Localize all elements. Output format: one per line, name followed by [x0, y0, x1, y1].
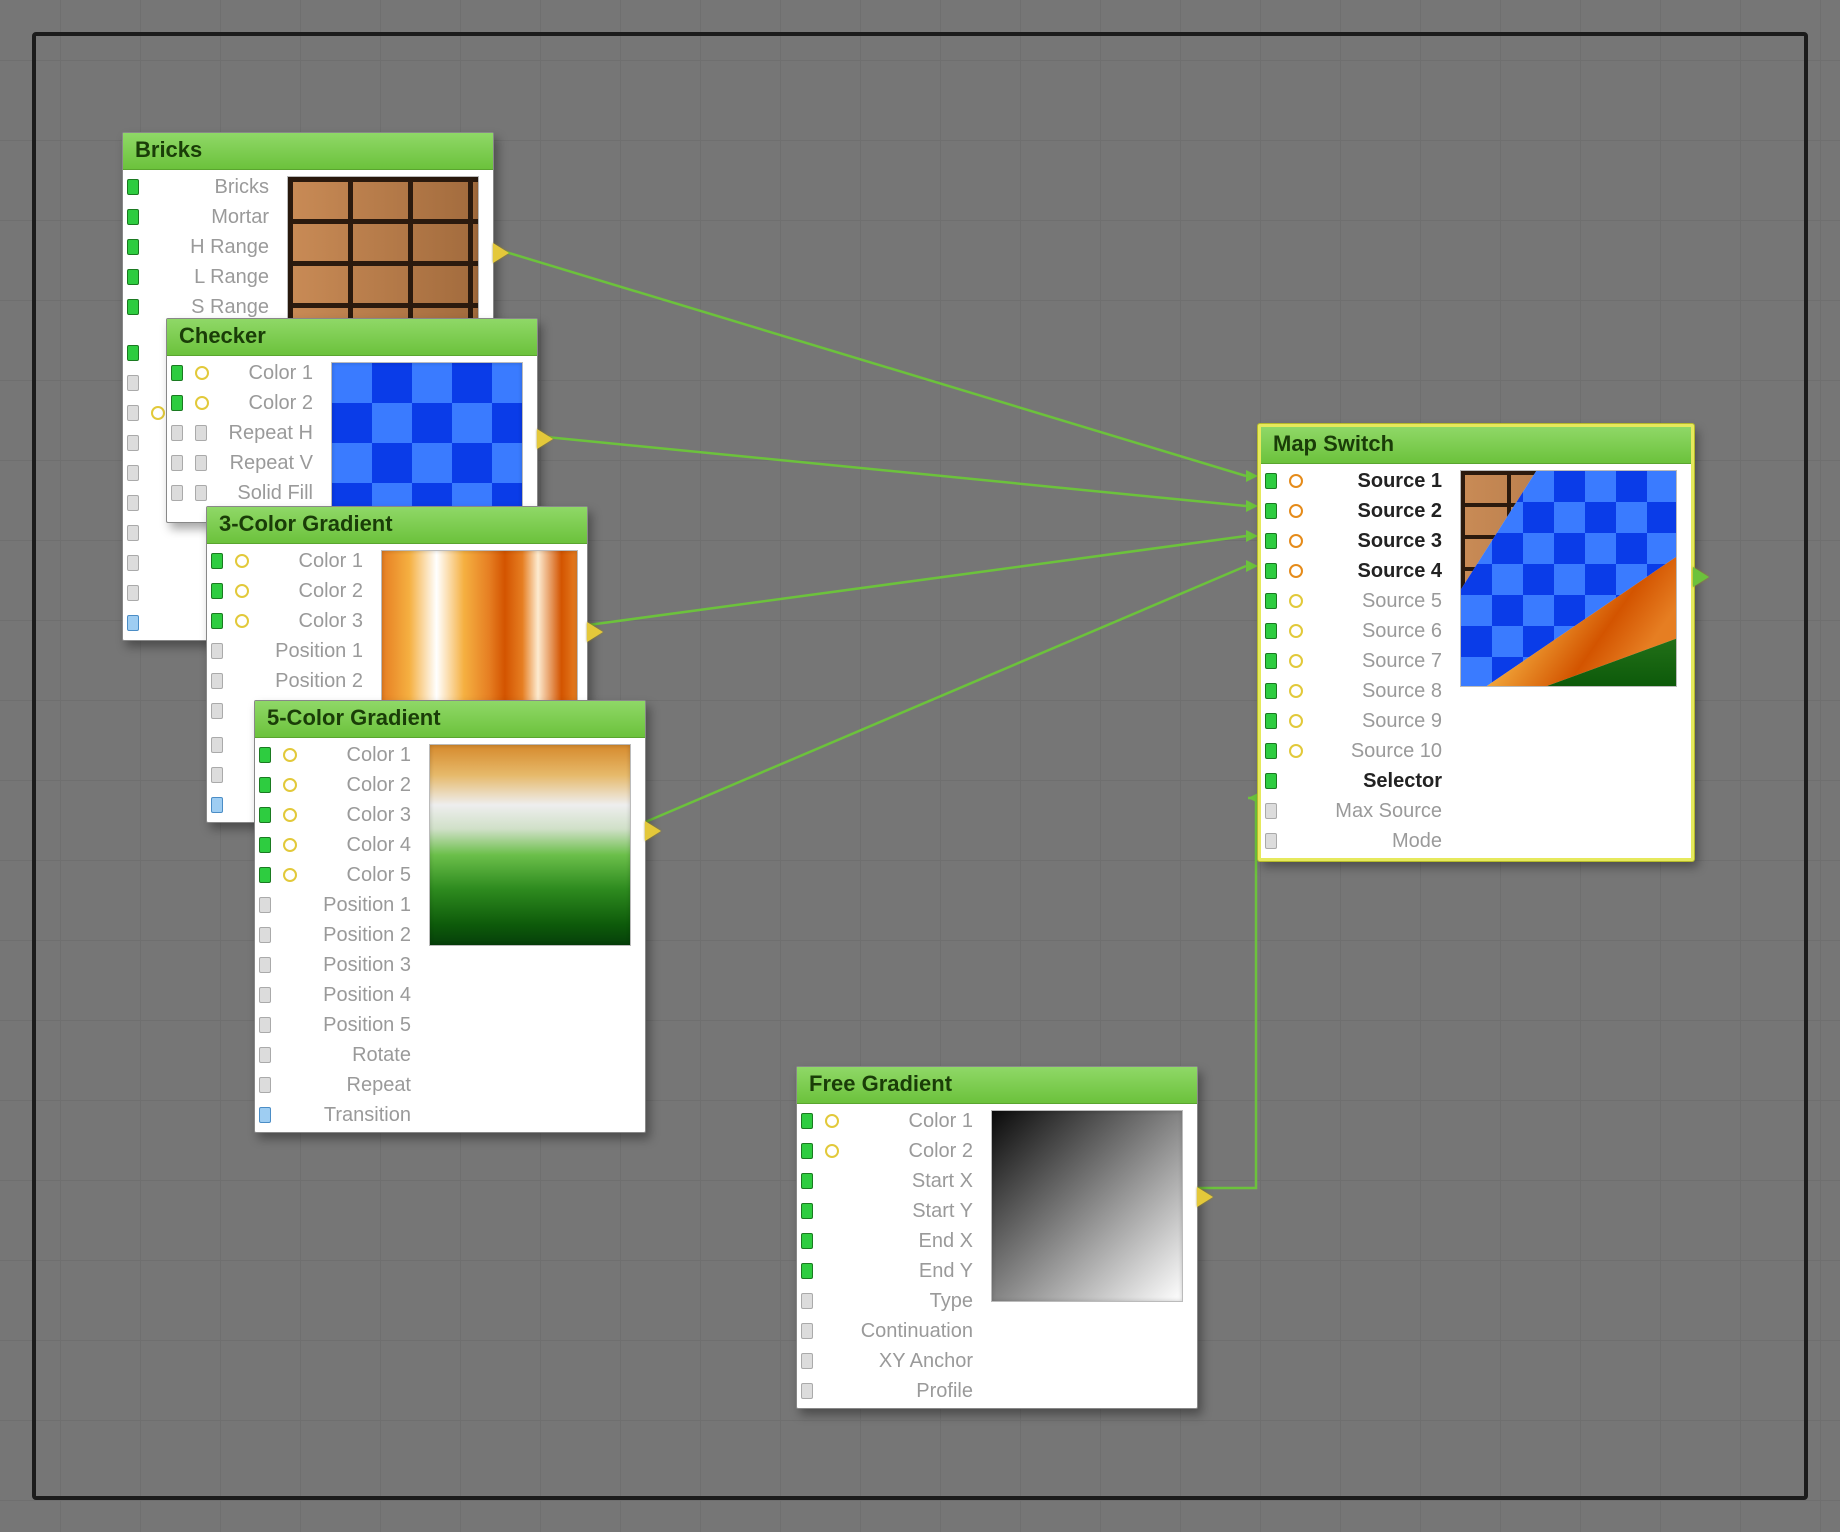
- param-label: Max Source: [1293, 800, 1456, 823]
- param-label: Repeat V: [213, 452, 327, 475]
- param-label: Color 1: [255, 550, 377, 573]
- param-label: Position 1: [239, 640, 377, 663]
- param-label: Type: [829, 1290, 987, 1313]
- param-label: Source 5: [1309, 590, 1456, 613]
- node-title[interactable]: Map Switch: [1261, 427, 1691, 464]
- param-label: Source 2: [1309, 500, 1456, 523]
- param-label: Position 3: [287, 954, 425, 977]
- preview-thumbnail: [381, 550, 578, 712]
- param-label: Color 3: [255, 610, 377, 633]
- param-label: Source 10: [1309, 740, 1456, 763]
- param-label: Source 1: [1309, 470, 1456, 493]
- param-label: Source 3: [1309, 530, 1456, 553]
- param-label: Selector: [1293, 770, 1456, 793]
- param-label: Color 2: [255, 580, 377, 603]
- param-label: Mortar: [155, 206, 283, 229]
- param-label: Continuation: [829, 1320, 987, 1343]
- param-label: S Range: [155, 296, 283, 319]
- node-title[interactable]: Bricks: [123, 133, 493, 170]
- output-port[interactable]: [537, 429, 553, 449]
- param-label: Source 6: [1309, 620, 1456, 643]
- preview-thumbnail: [287, 176, 479, 328]
- node-map-switch[interactable]: Map Switch Source 1 Source 2 Source 3 So…: [1258, 424, 1694, 861]
- param-label: Source 8: [1309, 680, 1456, 703]
- param-label: Repeat: [287, 1074, 425, 1097]
- param-label: End X: [829, 1230, 987, 1253]
- param-label: Color 2: [303, 774, 425, 797]
- param-label: Color 1: [845, 1110, 987, 1133]
- output-port[interactable]: [493, 243, 509, 263]
- param-label: Profile: [829, 1380, 987, 1403]
- param-label: End Y: [829, 1260, 987, 1283]
- param-label: Position 2: [239, 670, 377, 693]
- param-label: Source 9: [1309, 710, 1456, 733]
- node-title[interactable]: 5-Color Gradient: [255, 701, 645, 738]
- node-title[interactable]: 3-Color Gradient: [207, 507, 587, 544]
- param-label: Position 4: [287, 984, 425, 1007]
- param-label: Mode: [1293, 830, 1456, 853]
- node-free-gradient[interactable]: Free Gradient Color 1 Color 2 Start X St…: [796, 1066, 1198, 1409]
- param-label: H Range: [155, 236, 283, 259]
- param-label: Start Y: [829, 1200, 987, 1223]
- output-port[interactable]: [1197, 1187, 1213, 1207]
- param-label: Start X: [829, 1170, 987, 1193]
- canvas-frame: Bricks Bricks Mortar H Range L Range S R…: [32, 32, 1808, 1500]
- param-label: Color 2: [215, 392, 327, 415]
- param-label: Position 1: [287, 894, 425, 917]
- param-label: Position 5: [287, 1014, 425, 1037]
- output-port[interactable]: [587, 622, 603, 642]
- preview-thumbnail: [991, 1110, 1183, 1302]
- preview-thumbnail: [1460, 470, 1677, 687]
- param-label: L Range: [155, 266, 283, 289]
- param-label: Color 1: [303, 744, 425, 767]
- param-label: Rotate: [287, 1044, 425, 1067]
- param-label: Bricks: [155, 176, 283, 199]
- node-5-color-gradient[interactable]: 5-Color Gradient Color 1 Color 2 Color 3…: [254, 700, 646, 1133]
- param-label: Position 2: [287, 924, 425, 947]
- param-label: Transition: [287, 1104, 425, 1127]
- param-label: Source 7: [1309, 650, 1456, 673]
- param-label: Color 2: [845, 1140, 987, 1163]
- preview-thumbnail: [331, 362, 523, 514]
- output-port[interactable]: [645, 821, 661, 841]
- param-label: Color 4: [303, 834, 425, 857]
- param-label: Source 4: [1309, 560, 1456, 583]
- param-label: Color 1: [215, 362, 327, 385]
- output-port[interactable]: [1693, 567, 1709, 587]
- param-label: Color 5: [303, 864, 425, 887]
- node-title[interactable]: Free Gradient: [797, 1067, 1197, 1104]
- param-label: XY Anchor: [829, 1350, 987, 1373]
- param-label: Solid Fill: [213, 482, 327, 505]
- param-label: Repeat H: [213, 422, 327, 445]
- node-title[interactable]: Checker: [167, 319, 537, 356]
- param-label: Color 3: [303, 804, 425, 827]
- node-checker[interactable]: Checker Color 1 Color 2 Repeat H Repeat …: [166, 318, 538, 523]
- preview-thumbnail: [429, 744, 631, 946]
